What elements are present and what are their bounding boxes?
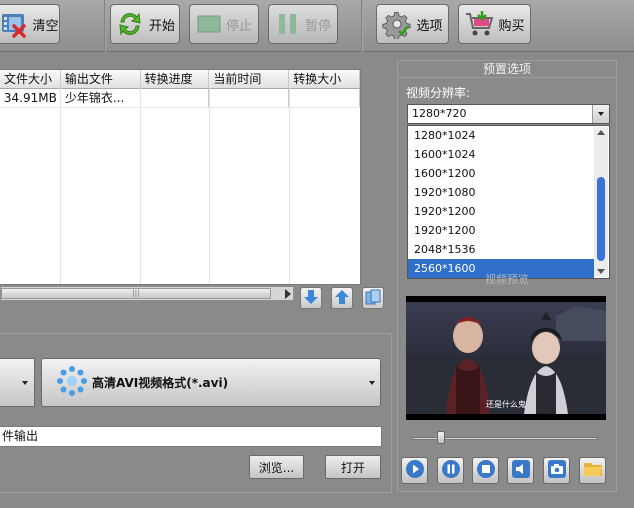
cart-icon <box>464 9 494 39</box>
format-label: 高清AVI视频格式(*.avi) <box>92 376 229 390</box>
scroll-right-arrow[interactable] <box>285 289 291 299</box>
clear-label: 清空 <box>32 18 59 34</box>
open-button[interactable]: 打开 <box>325 455 381 479</box>
copy-icon <box>365 289 381 308</box>
grid-line <box>209 88 210 284</box>
chevron-down-icon <box>22 381 28 385</box>
video-preview[interactable]: 还是什么鬼 <box>406 296 606 420</box>
resolution-select[interactable]: 1280*720 <box>407 104 610 124</box>
resolution-dropdown-list[interactable]: 1280*1024 1600*1024 1600*1200 1920*1080 … <box>407 125 610 279</box>
chevron-down-icon <box>598 112 604 116</box>
stop-icon <box>196 13 222 35</box>
speaker-icon <box>511 459 531 482</box>
resolution-label: 视频分辨率: <box>406 86 471 100</box>
seek-slider-thumb[interactable] <box>437 431 445 444</box>
buy-label: 购买 <box>498 18 525 34</box>
gear-icon <box>382 9 412 39</box>
file-list-header: 文件大小 输出文件 转换进度 当前时间 转换大小 <box>0 70 360 89</box>
pause-icon <box>275 11 301 37</box>
folder-icon <box>583 459 603 482</box>
chevron-down-icon <box>369 381 375 385</box>
pause-icon <box>441 459 461 482</box>
resolution-option[interactable]: 1280*1024 <box>408 126 594 145</box>
dropdown-arrow[interactable] <box>592 105 609 123</box>
scroll-up-arrow[interactable] <box>597 130 605 135</box>
start-button[interactable]: 开始 <box>110 4 180 44</box>
grid-line <box>289 88 290 284</box>
refresh-icon <box>115 9 145 39</box>
grid-line <box>140 88 141 284</box>
move-down-button[interactable] <box>300 287 322 309</box>
arrow-down-icon <box>303 289 319 308</box>
table-row[interactable]: 34.91MB 少年锦衣... <box>0 89 360 108</box>
resolution-option[interactable]: 1920*1200 <box>408 202 594 221</box>
resolution-option[interactable]: 2048*1536 <box>408 240 594 259</box>
volume-button[interactable] <box>507 457 534 484</box>
horizontal-scrollbar[interactable]: ||| <box>0 286 294 301</box>
cell-file-size: 34.91MB <box>0 89 61 107</box>
buy-button[interactable]: 购买 <box>458 4 531 44</box>
arrow-up-icon <box>334 289 350 308</box>
stop-icon <box>476 459 496 482</box>
open-folder-button[interactable] <box>579 457 606 484</box>
snapshot-button[interactable] <box>543 457 570 484</box>
grid-line <box>60 88 61 284</box>
column-header-progress[interactable]: 转换进度 <box>141 70 210 88</box>
video-frame-image: 还是什么鬼 <box>406 302 606 414</box>
clear-button[interactable]: 清空 <box>0 4 60 44</box>
toolbar-separator <box>361 0 363 52</box>
stop-button[interactable]: 停止 <box>189 4 259 44</box>
category-select[interactable] <box>0 358 35 407</box>
column-header-output-file[interactable]: 输出文件 <box>61 70 141 88</box>
output-path-input[interactable]: 件输出 <box>0 426 382 447</box>
toolbar-separator <box>104 0 106 52</box>
copy-button[interactable] <box>362 287 384 309</box>
column-header-current-time[interactable]: 当前时间 <box>209 70 290 88</box>
stop-playback-button[interactable] <box>472 457 499 484</box>
cell-output-size <box>289 89 360 107</box>
column-header-output-size[interactable]: 转换大小 <box>289 70 360 88</box>
start-label: 开始 <box>148 18 175 34</box>
column-header-file-size[interactable]: 文件大小 <box>0 70 61 88</box>
file-list[interactable]: 文件大小 输出文件 转换进度 当前时间 转换大小 34.91MB 少年锦衣... <box>0 69 361 285</box>
format-select[interactable]: 高清AVI视频格式(*.avi) <box>41 358 381 407</box>
dropdown-scrollbar-thumb[interactable] <box>597 177 605 261</box>
preview-label: 视频预览 <box>485 273 529 286</box>
stop-label: 停止 <box>225 18 252 34</box>
pause-label: 暂停 <box>304 18 331 34</box>
cell-current-time <box>209 89 290 107</box>
resolution-option[interactable]: 1920*1200 <box>408 221 594 240</box>
resolution-option[interactable]: 1920*1080 <box>408 183 594 202</box>
film-clear-icon <box>0 10 28 38</box>
scrollbar-thumb[interactable]: ||| <box>1 288 271 299</box>
video-subtitle: 还是什么鬼 <box>486 399 526 409</box>
cell-progress <box>141 89 210 107</box>
browse-button[interactable]: 浏览... <box>249 455 304 479</box>
resolution-value: 1280*720 <box>412 107 467 120</box>
resolution-option[interactable]: 1600*1200 <box>408 164 594 183</box>
options-label: 选项 <box>416 18 443 34</box>
play-icon <box>405 459 425 482</box>
resolution-option[interactable]: 1600*1024 <box>408 145 594 164</box>
move-up-button[interactable] <box>331 287 353 309</box>
format-hd-icon <box>56 365 88 400</box>
dropdown-scrollbar[interactable] <box>594 127 608 277</box>
camera-icon <box>547 459 567 482</box>
preset-panel-title: 预置选项 <box>397 61 617 78</box>
options-button[interactable]: 选项 <box>376 4 449 44</box>
cell-output-file: 少年锦衣... <box>61 89 141 107</box>
play-button[interactable] <box>401 457 428 484</box>
pause-button[interactable]: 暂停 <box>268 4 338 44</box>
pause-playback-button[interactable] <box>437 457 464 484</box>
